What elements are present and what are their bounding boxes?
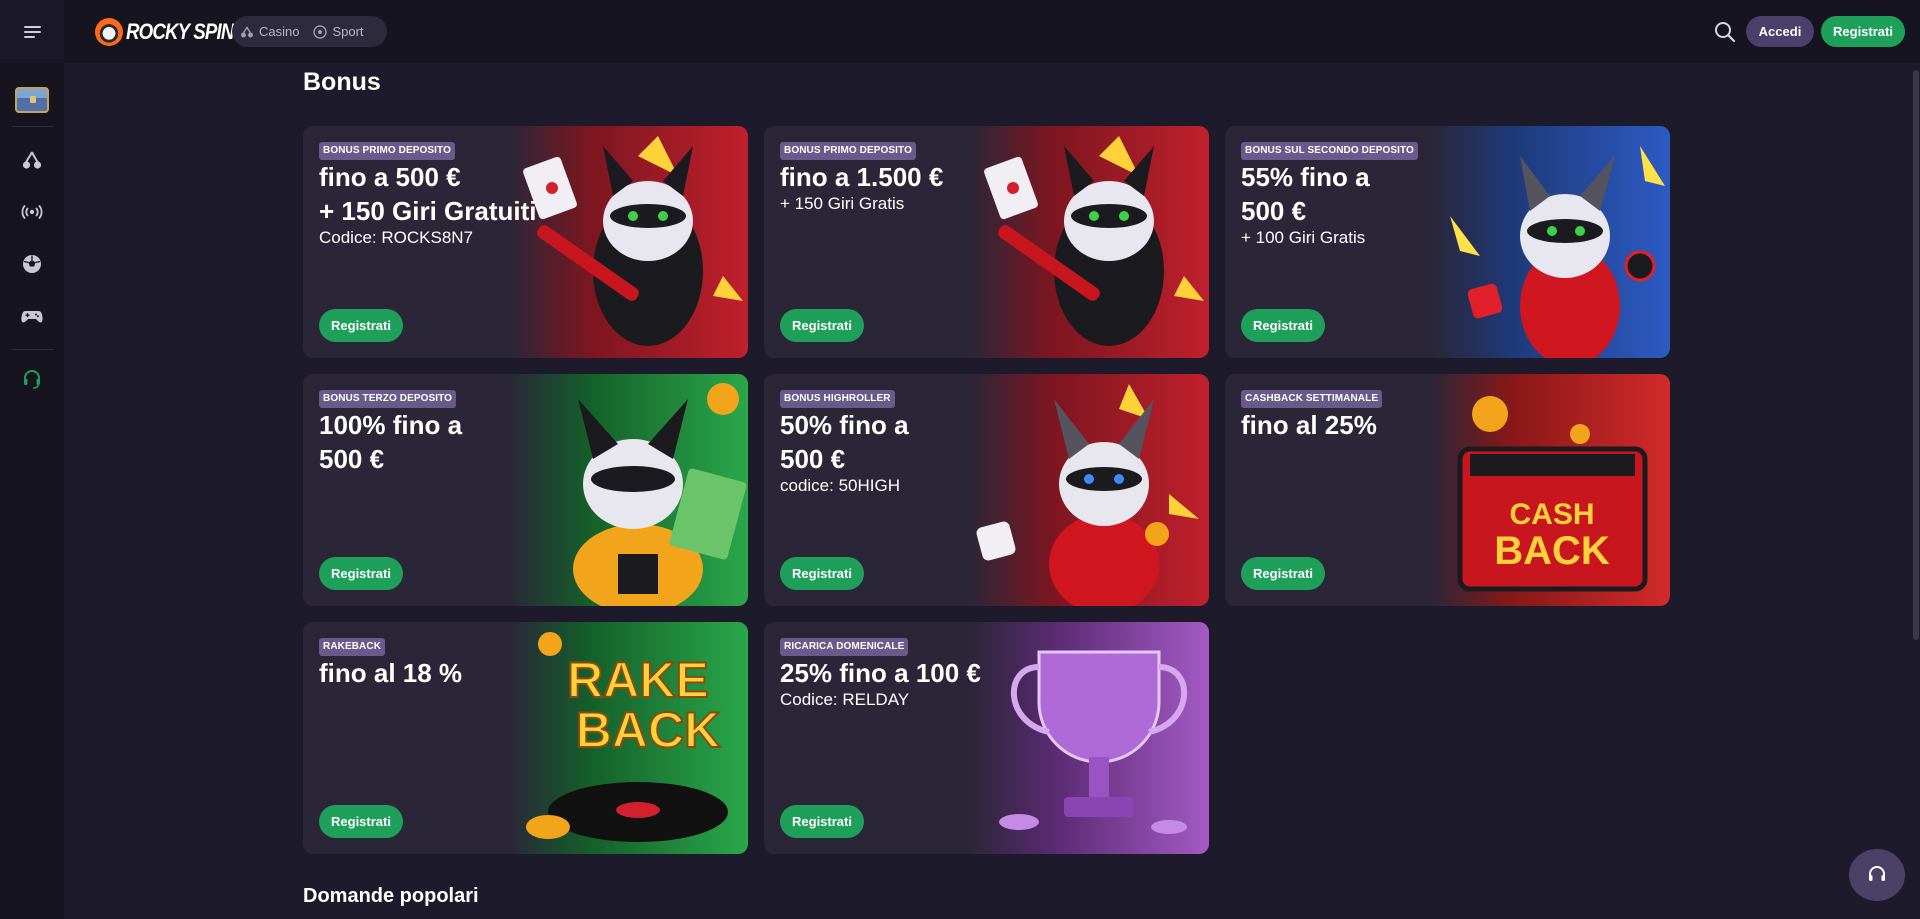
bonus-subtitle: codice: 50HIGH <box>780 476 900 495</box>
nav-casino[interactable]: Casino <box>240 24 299 39</box>
register-button[interactable]: Registrati <box>780 557 864 590</box>
page-title: Bonus <box>303 68 381 96</box>
bonus-headline-line: 500 € <box>319 444 385 474</box>
sidebar-divider <box>12 126 54 127</box>
sidebar-item-games[interactable] <box>0 296 64 336</box>
sidebar <box>0 63 64 919</box>
bonus-subtitle: Codice: RELDAY <box>780 690 910 709</box>
bonus-headline: fino a 1.500 € <box>780 160 943 194</box>
nav-sport[interactable]: Sport <box>313 24 364 39</box>
login-button[interactable]: Accedi <box>1746 16 1814 47</box>
register-button[interactable]: Registrati <box>319 805 403 838</box>
bonus-tag: RAKEBACK <box>319 638 386 656</box>
cherry-icon <box>241 26 253 37</box>
rake-art-text: RAKE <box>567 652 709 708</box>
raccoon-logo-icon <box>95 17 123 46</box>
raccoon-cash-illustration <box>508 374 748 606</box>
purple-trophy-illustration <box>969 622 1209 854</box>
headset-support-icon <box>24 370 40 389</box>
product-switcher: Casino Sport <box>232 16 387 47</box>
raccoon-dice-illustration <box>969 374 1209 606</box>
cherry-icon <box>22 151 42 169</box>
bonus-headline-line: 55% fino a <box>1241 162 1370 192</box>
bonus-card-second-deposit[interactable]: BONUS SUL SECONDO DEPOSITO 55% fino a 50… <box>1225 126 1670 358</box>
bonus-subtitle: + 100 Giri Gratis <box>1241 228 1366 247</box>
raccoon-guitar-illustration <box>508 126 748 358</box>
nav-casino-label: Casino <box>259 24 300 39</box>
bonus-tag: BONUS PRIMO DEPOSITO <box>780 142 916 160</box>
back-art-text: BACK <box>576 702 720 758</box>
menu-toggle-button[interactable] <box>0 0 64 63</box>
bonus-card-first-deposit-1500[interactable]: BONUS PRIMO DEPOSITO fino a 1.500 € + 15… <box>764 126 1209 358</box>
bonus-headline: 25% fino a 100 € <box>780 656 981 690</box>
bonus-headline-line: 50% fino a <box>780 410 909 440</box>
logo[interactable]: ROCKY SPIN <box>95 0 253 63</box>
register-button[interactable]: Registrati <box>1241 557 1325 590</box>
register-button[interactable]: Registrati <box>1241 309 1325 342</box>
bonus-card-rakeback[interactable]: RAKE BACK RAKEBACK fino al 18 % Registra… <box>303 622 748 854</box>
bonus-headline-line: fino al 18 % <box>319 658 463 688</box>
bonus-subtitle: + 150 Giri Gratis <box>780 194 905 213</box>
bonus-headline-line: 500 € <box>780 444 846 474</box>
bonus-headline-line: fino a 1.500 € <box>780 162 944 192</box>
raccoon-jacket-illustration <box>1430 126 1670 358</box>
live-support-button[interactable] <box>1849 849 1905 901</box>
bonus-tag: RICARICA DOMENICALE <box>780 638 909 656</box>
gamepad-icon <box>21 311 43 323</box>
bonus-headline-line: 25% fino a 100 € <box>780 658 981 688</box>
bonus-headline: 50% fino a 500 € <box>780 408 909 476</box>
cash-back-amplifier-illustration: CASH BACK <box>1430 374 1670 606</box>
bonus-tag: BONUS HIGHROLLER <box>780 390 895 408</box>
register-button[interactable]: Registrati <box>319 309 403 342</box>
logo-text: ROCKY SPIN <box>126 18 234 44</box>
soccer-ball-icon <box>23 255 41 273</box>
bonus-headline: fino a 500 € + 150 Giri Gratuiti <box>319 160 536 228</box>
bonus-headline-line: 100% fino a <box>319 410 463 440</box>
register-button[interactable]: Registrati <box>780 805 864 838</box>
bonus-headline: fino al 25% <box>1241 408 1377 442</box>
bonus-card-weekly-cashback[interactable]: CASH BACK CASHBACK SETTIMANALE fino al 2… <box>1225 374 1670 606</box>
raccoon-guitar-illustration <box>969 126 1209 358</box>
bonus-card-sunday-reload[interactable]: RICARICA DOMENICALE 25% fino a 100 € Cod… <box>764 622 1209 854</box>
live-broadcast-icon <box>21 204 43 220</box>
nav-sport-label: Sport <box>332 24 364 39</box>
register-button[interactable]: Registrati <box>1821 16 1905 47</box>
bonus-headline: 55% fino a 500 € <box>1241 160 1370 228</box>
bonus-headline-line: fino a 500 € <box>319 162 461 192</box>
sidebar-item-live[interactable] <box>0 192 64 232</box>
back-art-text: BACK <box>1494 529 1610 573</box>
bonus-subtitle: Codice: ROCKS8N7 <box>319 228 474 247</box>
hamburger-icon <box>23 25 41 38</box>
bonus-tag: CASHBACK SETTIMANALE <box>1241 390 1383 408</box>
bonus-tag: BONUS TERZO DEPOSITO <box>319 390 457 408</box>
bonus-headline: fino al 18 % <box>319 656 462 690</box>
rake-back-vinyl-illustration: RAKE BACK <box>508 622 748 854</box>
register-button[interactable]: Registrati <box>319 557 403 590</box>
bonus-headline-line: 500 € <box>1241 196 1307 226</box>
sidebar-divider <box>12 349 54 350</box>
sidebar-item-rewards[interactable] <box>0 77 64 123</box>
bonus-card-highroller[interactable]: BONUS HIGHROLLER 50% fino a 500 € codice… <box>764 374 1209 606</box>
bonus-card-third-deposit[interactable]: BONUS TERZO DEPOSITO 100% fino a 500 € R… <box>303 374 748 606</box>
sidebar-item-sport[interactable] <box>0 244 64 284</box>
scrollbar-thumb[interactable] <box>1913 70 1919 640</box>
faq-section-title: Domande popolari <box>303 885 479 907</box>
treasure-chest-icon <box>15 87 49 113</box>
bonus-tag: BONUS SUL SECONDO DEPOSITO <box>1241 142 1418 160</box>
sidebar-item-support[interactable] <box>0 359 64 399</box>
soccer-ball-icon <box>313 24 328 39</box>
bonus-tag: BONUS PRIMO DEPOSITO <box>319 142 455 160</box>
sidebar-item-casino[interactable] <box>0 140 64 180</box>
headset-support-icon <box>1869 866 1885 881</box>
bonus-headline-line: + 150 Giri Gratuiti <box>319 196 537 226</box>
search-icon[interactable] <box>1713 20 1737 44</box>
cash-art-text: CASH <box>1509 498 1594 531</box>
register-button[interactable]: Registrati <box>780 309 864 342</box>
bonus-headline: 100% fino a 500 € <box>319 408 462 476</box>
bonus-headline-line: fino al 25% <box>1241 410 1377 440</box>
bonus-card-first-deposit[interactable]: BONUS PRIMO DEPOSITO fino a 500 € + 150 … <box>303 126 748 358</box>
